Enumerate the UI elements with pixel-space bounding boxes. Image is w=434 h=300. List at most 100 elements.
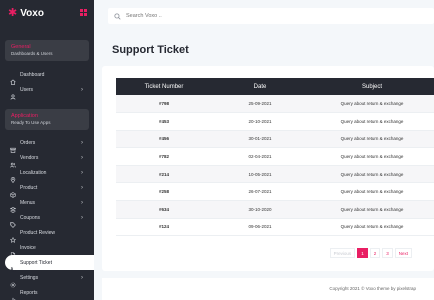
pagination: Previous 1 2 3 Next bbox=[329, 248, 412, 258]
sidebar-item-label: Settings bbox=[20, 274, 39, 281]
section-title: General bbox=[11, 44, 31, 50]
cell-subject: Query about return & exchange bbox=[308, 130, 434, 149]
chevron-right-icon: › bbox=[81, 139, 83, 146]
table-header-row: Ticket Number Date Subject bbox=[116, 78, 434, 95]
sidebar-section-application: Application Ready To Use Apps bbox=[5, 109, 89, 130]
phone-icon bbox=[10, 260, 16, 272]
sidebar-item-product-review[interactable]: Product Review bbox=[0, 225, 94, 243]
sidebar-item-label: Orders bbox=[20, 139, 36, 146]
table-row[interactable]: #214 10-05-2021 Query about return & excha… bbox=[116, 165, 434, 184]
sidebar-item-invoice[interactable]: Invoice bbox=[0, 240, 94, 258]
ticket-table-body: #798 25-09-2021 Query about return & excha… bbox=[116, 95, 434, 237]
ticket-table: Ticket Number Date Subject #798 25-09-202… bbox=[116, 78, 434, 237]
cell-ticket-number: #124 bbox=[116, 218, 212, 237]
tag-icon bbox=[10, 215, 16, 228]
table-row[interactable]: #782 02-04-2021 Query about return & excha… bbox=[116, 147, 434, 166]
column-header-date[interactable]: Date bbox=[212, 78, 308, 95]
cell-date: 10-05-2021 bbox=[212, 165, 308, 184]
sidebar-item-label: Product bbox=[20, 184, 38, 191]
table-row[interactable]: #453 20-10-2021 Query about return & excha… bbox=[116, 112, 434, 131]
sidebar-item-label: Invoice bbox=[20, 244, 36, 251]
sidebar-item-settings[interactable]: Settings › bbox=[0, 270, 94, 287]
cell-ticket-number: #782 bbox=[116, 147, 212, 166]
cell-date: 02-04-2021 bbox=[212, 147, 308, 166]
grid-toggle-icon[interactable] bbox=[80, 9, 87, 16]
bar-chart-icon bbox=[10, 290, 16, 300]
footer: Copyright 2021 © Voxo theme by pixelstra… bbox=[102, 278, 434, 300]
table-row[interactable]: #258 26-07-2021 Query about return & excha… bbox=[116, 182, 434, 202]
cell-ticket-number: #634 bbox=[116, 200, 212, 219]
section-title: Application bbox=[11, 113, 38, 119]
chevron-right-icon: › bbox=[81, 169, 83, 176]
search-box[interactable] bbox=[108, 8, 434, 24]
search-input[interactable] bbox=[126, 13, 326, 19]
file-icon bbox=[10, 245, 16, 258]
table-row[interactable]: #798 25-09-2021 Query about return & excha… bbox=[116, 95, 434, 114]
sidebar-item-label: Localization bbox=[20, 169, 47, 176]
section-subtitle: Dashboards & Users bbox=[11, 51, 53, 56]
section-subtitle: Ready To Use Apps bbox=[11, 120, 51, 125]
cell-subject: Query about return & exchange bbox=[308, 112, 434, 131]
sidebar-item-label: Vendors bbox=[20, 154, 39, 161]
sidebar-item-orders[interactable]: Orders › bbox=[0, 135, 94, 153]
sidebar-item-menus[interactable]: Menus › bbox=[0, 195, 94, 213]
pagination-page-1[interactable]: 1 bbox=[357, 248, 368, 258]
cell-ticket-number: #453 bbox=[116, 112, 212, 131]
table-row[interactable]: #456 30-01-2021 Query about return & excha… bbox=[116, 130, 434, 149]
sidebar: ✱ Voxo General Dashboards & Users Dashbo… bbox=[0, 0, 94, 300]
cell-date: 30-10-2020 bbox=[212, 200, 308, 219]
cell-date: 26-07-2021 bbox=[212, 182, 308, 202]
sidebar-item-label: Support Ticket bbox=[20, 259, 52, 266]
table-row[interactable]: #124 09-06-2021 Query about return & excha… bbox=[116, 218, 434, 237]
general-nav: Dashboard Users › bbox=[0, 67, 94, 100]
sidebar-item-product[interactable]: Product › bbox=[0, 180, 94, 198]
home-icon bbox=[10, 72, 16, 85]
cell-date: 09-06-2021 bbox=[212, 218, 308, 237]
sidebar-item-reports[interactable]: Reports bbox=[0, 285, 94, 300]
sidebar-item-coupons[interactable]: Coupons › bbox=[0, 210, 94, 228]
box-icon bbox=[10, 185, 16, 198]
ticket-card: Ticket Number Date Subject #798 25-09-202… bbox=[102, 66, 434, 271]
pagination-page-3[interactable]: 3 bbox=[382, 248, 393, 258]
star-icon bbox=[9, 230, 17, 243]
sidebar-item-label: Users bbox=[20, 86, 34, 93]
cell-subject: Query about return & exchange bbox=[308, 218, 434, 237]
top-bar bbox=[94, 0, 434, 32]
table-row[interactable]: #634 30-10-2020 Query about return & excha… bbox=[116, 200, 434, 219]
sidebar-item-dashboard[interactable]: Dashboard bbox=[0, 67, 94, 85]
sidebar-section-general: General Dashboards & Users bbox=[5, 40, 89, 61]
cell-subject: Query about return & exchange bbox=[308, 95, 434, 114]
pagination-previous[interactable]: Previous bbox=[329, 248, 356, 258]
search-icon bbox=[114, 12, 121, 20]
cell-date: 25-09-2021 bbox=[212, 95, 308, 114]
map-pin-icon bbox=[10, 170, 16, 183]
column-header-subject[interactable]: Subject bbox=[308, 78, 434, 95]
sidebar-item-users[interactable]: Users › bbox=[0, 82, 94, 100]
sidebar-item-label: Product Review bbox=[20, 229, 56, 236]
cell-subject: Query about return & exchange bbox=[308, 182, 434, 202]
menu-icon bbox=[9, 200, 17, 213]
pagination-page-2[interactable]: 2 bbox=[369, 248, 381, 258]
pagination-next[interactable]: Next bbox=[394, 248, 412, 258]
chevron-right-icon: › bbox=[81, 184, 83, 191]
page-title: Support Ticket bbox=[112, 44, 189, 56]
cell-subject: Query about return & exchange bbox=[308, 147, 434, 166]
sidebar-item-label: Menus bbox=[20, 199, 36, 206]
column-header-ticket-number[interactable]: Ticket Number bbox=[116, 78, 212, 95]
sidebar-item-label: Reports bbox=[20, 289, 38, 296]
user-icon bbox=[10, 87, 16, 100]
application-nav: Orders › Vendors › Localization › Product › Menu… bbox=[0, 135, 94, 300]
sidebar-item-support-ticket[interactable]: Support Ticket bbox=[5, 255, 94, 272]
cell-subject: Query about return & exchange bbox=[308, 165, 434, 184]
cell-ticket-number: #258 bbox=[116, 182, 212, 202]
sidebar-item-label: Coupons bbox=[20, 214, 41, 221]
chevron-right-icon: › bbox=[81, 154, 83, 161]
sidebar-item-vendors[interactable]: Vendors › bbox=[0, 150, 94, 168]
sidebar-item-localization[interactable]: Localization › bbox=[0, 165, 94, 183]
archive-icon bbox=[10, 140, 16, 153]
chevron-right-icon: › bbox=[81, 214, 83, 221]
cell-ticket-number: #798 bbox=[116, 95, 212, 114]
chevron-right-icon: › bbox=[81, 199, 83, 206]
cell-ticket-number: #214 bbox=[116, 165, 212, 184]
brand-name: Voxo bbox=[20, 7, 44, 19]
